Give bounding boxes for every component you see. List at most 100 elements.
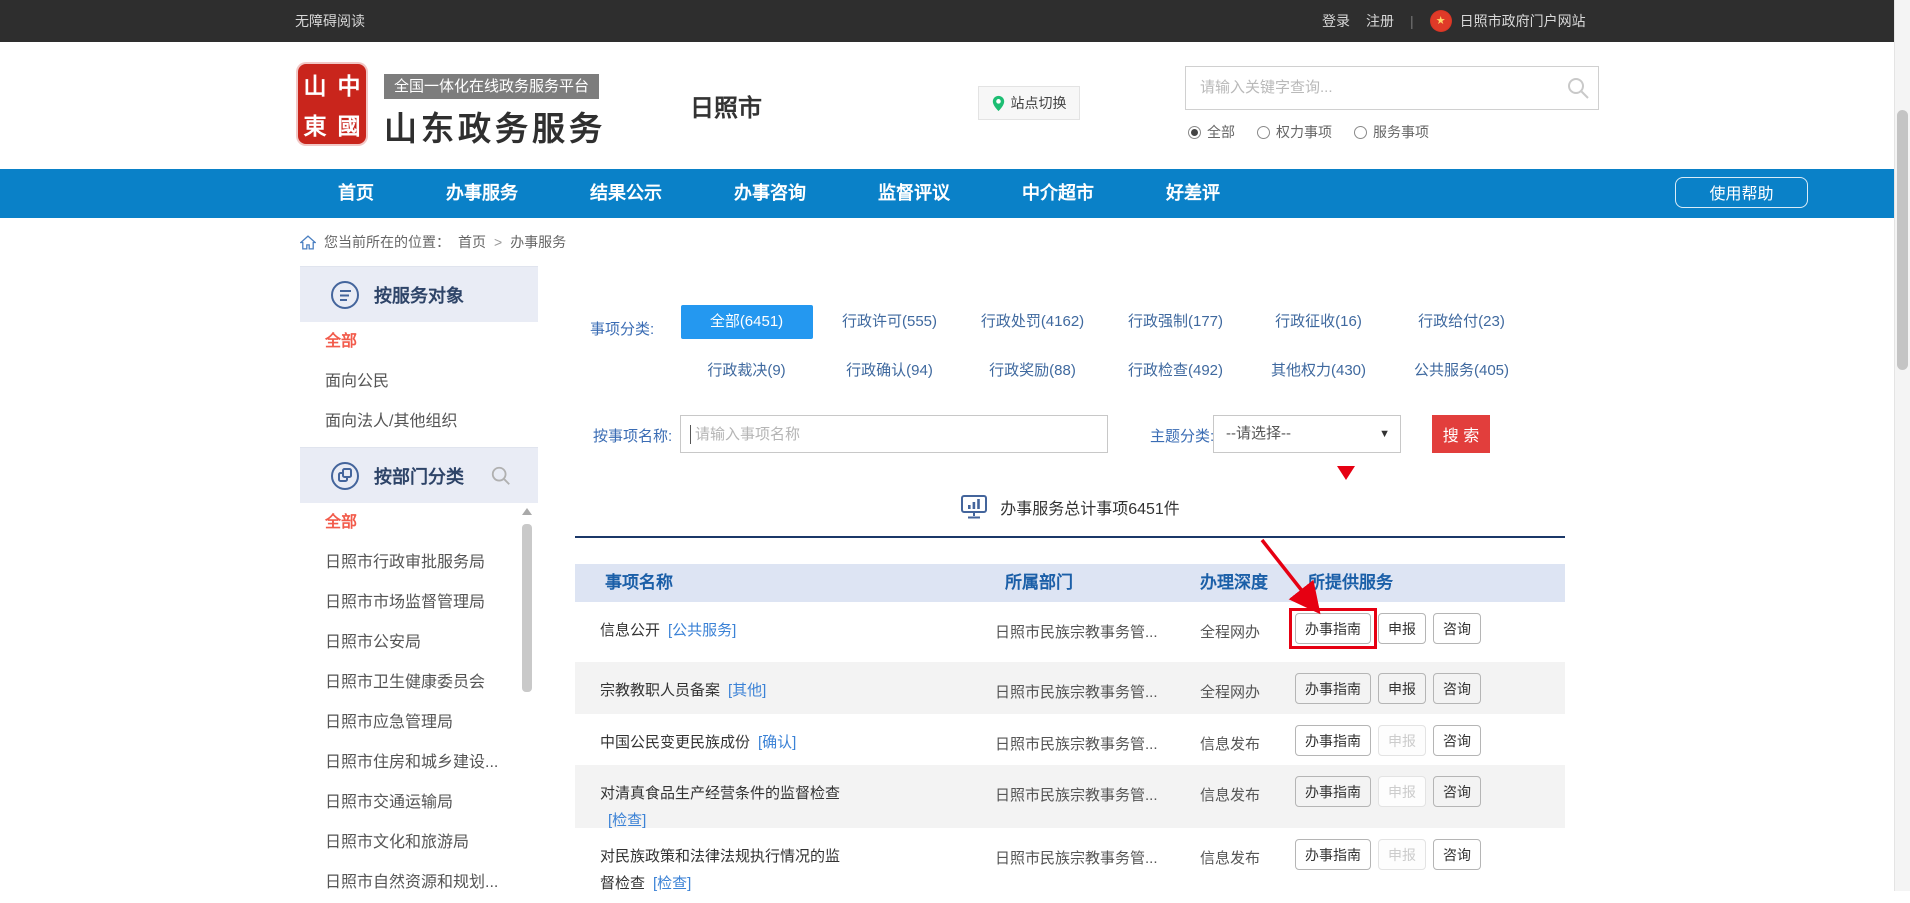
- guide-button[interactable]: 办事指南: [1295, 725, 1371, 756]
- breadcrumb-prefix: 您当前所在的位置：: [324, 232, 450, 252]
- item-name[interactable]: 宗教教职人员备案: [600, 682, 720, 699]
- item-tag-link[interactable]: [检查]: [608, 812, 646, 829]
- section-by-service-object[interactable]: 按服务对象: [300, 266, 538, 322]
- apply-button[interactable]: 申报: [1378, 673, 1426, 704]
- portal-site-link[interactable]: ★ 日照市政府门户网站: [1430, 10, 1586, 32]
- radio-icon: [1257, 126, 1270, 139]
- city-name: 日照市: [690, 88, 762, 123]
- category-chip[interactable]: 行政处罚(4162): [981, 304, 1084, 340]
- apply-button[interactable]: 申报: [1378, 613, 1426, 644]
- item-depth: 信息发布: [1200, 784, 1260, 805]
- dept-item[interactable]: 日照市卫生健康委员会: [300, 663, 538, 703]
- department-search-icon[interactable]: [490, 465, 512, 487]
- location-pin-icon: [992, 95, 1005, 112]
- category-chip[interactable]: 行政征收(16): [1275, 304, 1362, 340]
- nav-item-consult[interactable]: 办事咨询: [734, 169, 806, 218]
- dept-item[interactable]: 日照市行政审批服务局: [300, 543, 538, 583]
- category-chip[interactable]: 公共服务(405): [1414, 356, 1509, 386]
- search-icon[interactable]: [1566, 76, 1590, 100]
- breadcrumb-home-link[interactable]: 首页: [458, 232, 486, 252]
- item-name[interactable]: 对民族政策和法律法规执行情况的监督检查: [600, 848, 840, 892]
- apply-button[interactable]: 申报: [1378, 725, 1426, 756]
- item-name-input[interactable]: [681, 416, 1107, 452]
- dept-item[interactable]: 全部: [300, 503, 538, 543]
- sidebar-item-citizen[interactable]: 面向公民: [300, 362, 538, 402]
- consult-button[interactable]: 咨询: [1433, 725, 1481, 756]
- dept-item[interactable]: 日照市应急管理局: [300, 703, 538, 743]
- nav-item-home[interactable]: 首页: [338, 169, 374, 218]
- section-by-department[interactable]: 按部门分类: [300, 447, 538, 503]
- category-chips: 全部(6451) 行政许可(555) 行政处罚(4162) 行政强制(177) …: [675, 304, 1543, 386]
- item-tag-link[interactable]: [其他]: [728, 682, 766, 699]
- section-title: 按服务对象: [374, 282, 464, 308]
- consult-button[interactable]: 咨询: [1433, 839, 1481, 870]
- scope-radio-all[interactable]: 全部: [1188, 122, 1235, 142]
- register-link[interactable]: 注册: [1366, 11, 1394, 31]
- page-scrollbar[interactable]: [1894, 0, 1910, 891]
- dept-item[interactable]: 日照市市场监督管理局: [300, 583, 538, 623]
- consult-button[interactable]: 咨询: [1433, 673, 1481, 704]
- apply-button[interactable]: 申报: [1378, 839, 1426, 870]
- category-chip[interactable]: 行政给付(23): [1418, 304, 1505, 340]
- category-chip[interactable]: 行政检查(492): [1128, 356, 1223, 386]
- topic-select[interactable]: --请选择-- ▼: [1213, 415, 1401, 453]
- portal-site-label: 日照市政府门户网站: [1460, 11, 1586, 31]
- scope-radio-service-items[interactable]: 服务事项: [1354, 122, 1429, 142]
- scope-label: 服务事项: [1373, 122, 1429, 142]
- item-tag-link[interactable]: [确认]: [758, 734, 796, 751]
- consult-button[interactable]: 咨询: [1433, 613, 1481, 644]
- seal-char: 山: [304, 67, 327, 101]
- consult-button[interactable]: 咨询: [1433, 776, 1481, 807]
- item-name[interactable]: 对清真食品生产经营条件的监督检查: [600, 785, 840, 802]
- dept-item[interactable]: 日照市自然资源和规划...: [300, 863, 538, 903]
- category-chip-all[interactable]: 全部(6451): [681, 305, 813, 339]
- total-count-text: 办事服务总计事项6451件: [1000, 495, 1180, 519]
- scroll-up-arrow[interactable]: [522, 508, 532, 515]
- scrollbar-thumb[interactable]: [522, 524, 532, 692]
- site-switch-button[interactable]: 站点切换: [978, 86, 1080, 120]
- accessibility-link[interactable]: 无障碍阅读: [295, 0, 365, 42]
- guide-button[interactable]: 办事指南: [1295, 613, 1371, 644]
- page-scrollbar-thumb[interactable]: [1897, 110, 1908, 370]
- sidebar-item-all[interactable]: 全部: [300, 322, 538, 362]
- nav-item-supervision[interactable]: 监督评议: [878, 169, 950, 218]
- login-link[interactable]: 登录: [1322, 11, 1350, 31]
- breadcrumb: 您当前所在的位置： 首页 > 办事服务: [0, 218, 1894, 266]
- sidebar-scrollbar[interactable]: [522, 508, 532, 888]
- category-chip[interactable]: 行政裁决(9): [707, 356, 785, 386]
- dept-item[interactable]: 日照市文化和旅游局: [300, 823, 538, 863]
- topic-select-value: --请选择--: [1226, 416, 1291, 452]
- category-chip[interactable]: 行政确认(94): [846, 356, 933, 386]
- nav-item-services[interactable]: 办事服务: [446, 169, 518, 218]
- help-button[interactable]: 使用帮助: [1675, 177, 1808, 208]
- scope-radio-power-items[interactable]: 权力事项: [1257, 122, 1332, 142]
- dept-item[interactable]: 日照市交通运输局: [300, 783, 538, 823]
- guide-button[interactable]: 办事指南: [1295, 839, 1371, 870]
- sidebar-item-legal-person[interactable]: 面向法人/其他组织: [300, 402, 538, 442]
- dept-item[interactable]: 日照市住房和城乡建设...: [300, 743, 538, 783]
- item-tag-link[interactable]: [公共服务]: [668, 622, 736, 639]
- dept-item[interactable]: 日照市公安局: [300, 623, 538, 663]
- item-department: 日照市民族宗教事务管...: [995, 784, 1205, 805]
- text-caret: [690, 425, 691, 444]
- search-button[interactable]: 搜 索: [1432, 415, 1490, 453]
- search-scope-radios: 全部 权力事项 服务事项: [1188, 122, 1429, 142]
- category-chip[interactable]: 行政许可(555): [842, 304, 937, 340]
- item-tag-link[interactable]: [检查]: [653, 875, 691, 892]
- nav-item-rating[interactable]: 好差评: [1166, 169, 1220, 218]
- guide-button[interactable]: 办事指南: [1295, 776, 1371, 807]
- keyword-search-input[interactable]: [1186, 67, 1570, 107]
- item-name[interactable]: 中国公民变更民族成份: [600, 734, 750, 751]
- category-chip[interactable]: 行政奖励(88): [989, 356, 1076, 386]
- guide-button[interactable]: 办事指南: [1295, 673, 1371, 704]
- category-chip[interactable]: 其他权力(430): [1271, 356, 1366, 386]
- item-name[interactable]: 信息公开: [600, 622, 660, 639]
- home-icon: [300, 235, 316, 250]
- apply-button[interactable]: 申报: [1378, 776, 1426, 807]
- nav-item-results[interactable]: 结果公示: [590, 169, 662, 218]
- radio-icon: [1188, 126, 1201, 139]
- nav-item-intermediary[interactable]: 中介超市: [1022, 169, 1094, 218]
- category-chip[interactable]: 行政强制(177): [1128, 304, 1223, 340]
- item-depth: 全程网办: [1200, 681, 1260, 702]
- item-search-row: 按事项名称: 主题分类: --请选择-- ▼ 搜 索: [575, 415, 1565, 453]
